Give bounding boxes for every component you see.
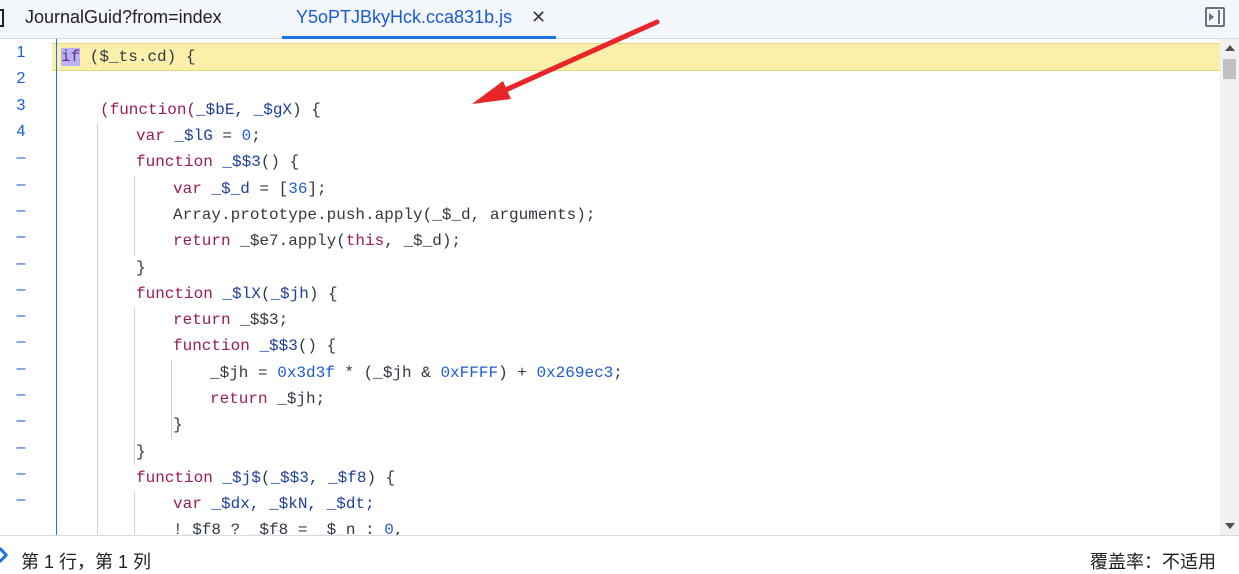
cursor-position-icon[interactable]	[0, 546, 9, 564]
coverage-status: 覆盖率：不适用	[1090, 552, 1216, 572]
status-bar: 第 1 行，第 1 列 覆盖率：不适用	[0, 535, 1239, 572]
annotation-arrow	[472, 19, 660, 104]
cursor-position[interactable]: 第 1 行，第 1 列	[21, 548, 151, 574]
